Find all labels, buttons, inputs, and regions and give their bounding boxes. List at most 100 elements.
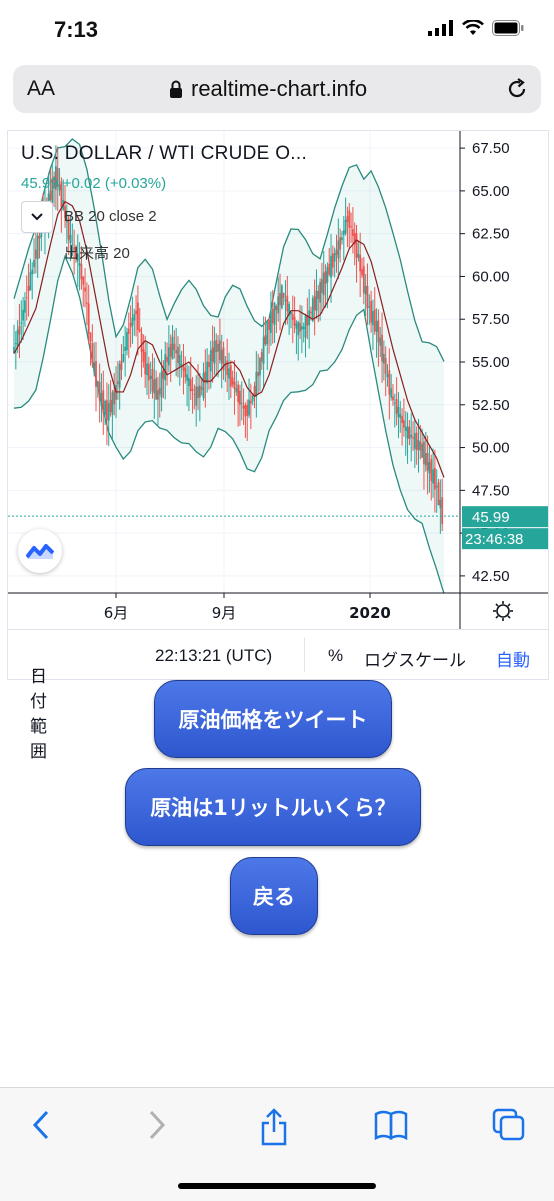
candle-body [107, 403, 110, 421]
candle-body [193, 393, 196, 395]
candle-body [304, 315, 307, 338]
tradingview-logo[interactable] [18, 529, 62, 573]
candle-body [273, 302, 276, 325]
candle-body [406, 426, 409, 439]
battery-icon [492, 20, 524, 36]
candle-body [419, 441, 422, 451]
candle-body [14, 343, 17, 345]
candle-body [167, 347, 170, 366]
candle-body [350, 226, 352, 228]
candle-body [142, 349, 145, 363]
indicator-bb[interactable]: BB 20 close 2 [64, 208, 157, 225]
candle-body [302, 326, 305, 329]
candle-body [164, 354, 167, 381]
candle-body [106, 400, 108, 421]
percent-toggle[interactable]: % [328, 646, 343, 666]
back-arrow-icon[interactable] [30, 1108, 52, 1142]
tabs-icon[interactable] [492, 1108, 526, 1142]
candle-body [188, 377, 190, 387]
candle-body [417, 440, 420, 450]
candle-body [175, 350, 178, 354]
tweet-price-button[interactable]: 原油価格をツイート [154, 680, 392, 758]
share-icon[interactable] [259, 1108, 289, 1146]
indicator-volume[interactable]: 出来高 20 [64, 242, 130, 263]
candle-body [87, 303, 90, 334]
candle-body [116, 381, 119, 385]
wifi-icon [462, 20, 484, 35]
candle-body [359, 254, 362, 272]
candle-body [401, 416, 403, 424]
candle-body [423, 441, 425, 465]
candle-body [100, 392, 103, 406]
chart-widget[interactable]: 67.50 65.00 62.50 60.00 57.50 55.00 52.50 50.00… [7, 130, 549, 761]
candle-body [403, 420, 405, 428]
candle-body [239, 390, 241, 405]
candle-body [255, 371, 258, 397]
back-button[interactable]: 戻る [230, 857, 318, 935]
candle-body [271, 308, 274, 324]
candle-body [109, 399, 112, 413]
candle-body [202, 373, 205, 398]
candle-body [218, 340, 221, 361]
y-tick-label: 60.00 [472, 268, 510, 285]
candle-body [22, 309, 25, 321]
candle-body [355, 233, 358, 258]
candle-body [319, 282, 322, 303]
gear-icon[interactable] [493, 601, 513, 621]
candle-body [357, 253, 360, 258]
text-size-button[interactable]: AA [27, 77, 55, 101]
date-range-label: 日付範囲 [30, 667, 47, 761]
text-size-label: AA [27, 77, 56, 100]
y-tick-label: 65.00 [472, 183, 510, 200]
price-chart[interactable]: 67.50 65.00 62.50 60.00 57.50 55.00 52.50 50.00… [8, 131, 548, 629]
utc-clock: 22:13:21 (UTC) [155, 646, 273, 665]
candle-body [346, 216, 349, 222]
candle-body [178, 354, 181, 367]
candle-body [213, 341, 216, 364]
candle-body [315, 290, 318, 311]
legend-collapse-button[interactable] [21, 201, 53, 233]
candle-body [127, 328, 130, 334]
candle-body [342, 230, 345, 235]
candle-body [33, 259, 35, 268]
candle-body [217, 343, 219, 352]
candle-body [386, 373, 389, 378]
candle-body [144, 352, 147, 375]
candle-body [129, 322, 132, 328]
y-tick-label: 62.50 [472, 226, 510, 243]
log-scale-toggle[interactable]: ログスケール [364, 646, 466, 671]
x-tick-label: 6月 [104, 604, 129, 622]
candle-body [372, 311, 374, 326]
candle-body [180, 363, 183, 366]
candle-body [260, 352, 263, 362]
candle-body [25, 297, 28, 299]
y-tick-label: 52.50 [472, 397, 510, 414]
y-tick-label: 47.50 [472, 482, 510, 499]
candle-body [293, 316, 296, 326]
candle-body [251, 395, 254, 402]
candle-body [412, 437, 414, 439]
candle-body [96, 381, 99, 388]
reload-icon[interactable] [505, 77, 529, 101]
y-tick-label: 57.50 [472, 311, 510, 328]
candle-body [284, 299, 287, 302]
candle-body [211, 347, 214, 362]
candle-body [220, 349, 223, 364]
candle-body [182, 366, 185, 371]
candle-body [89, 332, 92, 342]
auto-scale-toggle[interactable]: 自動 [496, 646, 530, 671]
bookmarks-icon[interactable] [374, 1108, 408, 1142]
candle-body [262, 336, 265, 364]
candle-body [133, 313, 136, 321]
address-bar[interactable]: AA realtime-chart.info [13, 65, 541, 113]
candle-body [266, 321, 269, 345]
forward-arrow-icon[interactable] [146, 1108, 168, 1142]
liter-price-button[interactable]: 原油は1リットルいくら？ [125, 768, 421, 846]
candle-body [310, 311, 312, 314]
candle-body [322, 272, 325, 296]
candle-body [392, 396, 394, 401]
candle-body [362, 266, 365, 294]
candle-body [324, 271, 327, 284]
candle-body [98, 381, 101, 401]
url-display[interactable]: realtime-chart.info [169, 76, 367, 102]
